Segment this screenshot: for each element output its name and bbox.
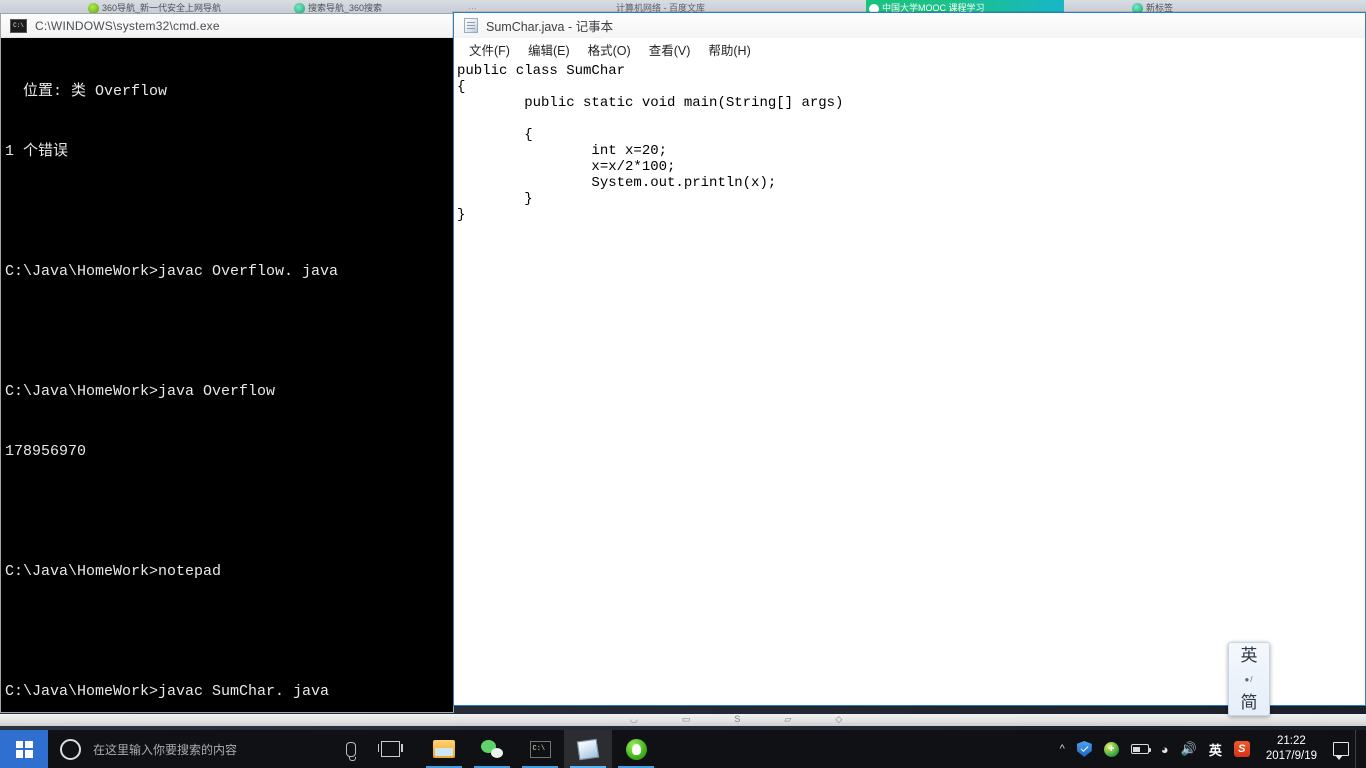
task-view-button[interactable] <box>368 730 412 768</box>
wifi-icon: ◕ <box>1160 741 1169 757</box>
start-button[interactable] <box>0 730 48 768</box>
microphone-icon[interactable] <box>346 741 356 761</box>
console-output[interactable]: 位置: 类 Overflow 1 个错误 C:\Java\HomeWork>ja… <box>1 38 453 712</box>
wechat-icon <box>481 740 503 758</box>
browser-tab-1[interactable]: 360导航_新一代安全上网导航 <box>86 0 256 14</box>
show-desktop-button[interactable] <box>1355 730 1362 768</box>
console-line: C:\Java\HomeWork>javac SumChar. java <box>5 683 330 700</box>
taskbar-app-command-prompt[interactable]: C:\ <box>516 730 564 768</box>
notification-icon <box>1333 742 1349 760</box>
menu-edit[interactable]: 编辑(E) <box>519 38 579 61</box>
cmd-window-title: C:\WINDOWS\system32\cmd.exe <box>35 18 220 33</box>
taskbar-app-wechat[interactable] <box>468 730 516 768</box>
plus-circle-icon: + <box>1103 741 1119 757</box>
task-view-icon <box>377 741 403 757</box>
shield-icon <box>1076 741 1092 757</box>
sogou-icon: S <box>1233 741 1250 757</box>
tray-expand-button[interactable]: ^ <box>1054 730 1071 768</box>
command-prompt-window[interactable]: C:\ C:\WINDOWS\system32\cmd.exe 位置: 类 Ov… <box>0 13 454 713</box>
action-center-button[interactable] <box>1327 730 1355 768</box>
clock-time: 21:22 <box>1277 735 1306 747</box>
menu-file[interactable]: 文件(F) <box>460 38 519 61</box>
sliver-icon-3-icon: S <box>734 714 741 724</box>
sliver-icon-1-icon: ◡ <box>630 714 638 724</box>
console-line: 178956970 <box>5 443 87 460</box>
cmd-window-icon: C:\ <box>10 18 27 33</box>
tray-sogou-ime[interactable]: S <box>1228 730 1256 768</box>
cortana-icon <box>60 738 81 760</box>
menu-view[interactable]: 查看(V) <box>640 38 700 61</box>
ime-separator-icon: ●/ <box>1244 674 1254 684</box>
ime-status-panel[interactable]: 英 ●/ 简 <box>1228 642 1270 716</box>
notepad-icon <box>576 738 600 760</box>
taskbar-app-file-explorer[interactable] <box>420 730 468 768</box>
taskbar-app-notepad[interactable] <box>564 730 612 768</box>
command-prompt-icon: C:\ <box>529 740 551 758</box>
clock-date: 2017/9/19 <box>1265 750 1317 762</box>
desktop-screen: E X T U R E 44 360导航_新一代安全上网导航 搜索导航_360搜… <box>0 0 1366 768</box>
ime-shape-mode[interactable]: 简 <box>1241 694 1258 711</box>
sliver-icon-4-icon: ▱ <box>784 714 792 724</box>
battery-icon <box>1130 744 1152 754</box>
console-line: C:\Java\HomeWork>javac Overflow. java <box>5 263 339 280</box>
tray-360-safeguard[interactable]: + <box>1098 730 1125 768</box>
tray-volume[interactable]: 🔊 <box>1175 730 1203 768</box>
console-line: C:\Java\HomeWork>java Overflow <box>5 383 276 400</box>
search-input[interactable]: 在这里输入你要搜索的内容 <box>93 741 237 758</box>
browser-tab-2[interactable]: 搜索导航_360搜索 <box>292 0 452 14</box>
taskbar-clock[interactable]: 21:22 2017/9/19 <box>1256 730 1327 768</box>
background-window-icons: ◡ ▭ S ▱ ◇ <box>630 714 842 725</box>
system-tray: ^ + ◕ 🔊 英 S 21:22 2017/9/19 <box>1054 730 1366 768</box>
notepad-titlebar[interactable]: SumChar.java - 记事本 <box>454 13 1365 38</box>
taskbar-app-list: C:\ <box>420 730 660 768</box>
taskbar-app-360-browser[interactable] <box>612 730 660 768</box>
console-line: 位置: 类 Overflow <box>5 83 168 100</box>
tray-ime-indicator[interactable]: 英 <box>1203 730 1228 768</box>
search-box[interactable]: 在这里输入你要搜索的内容 <box>48 730 368 768</box>
taskbar: 在这里输入你要搜索的内容 C:\ ^ + ◕ 🔊 英 S 21:22 2017/… <box>0 730 1366 768</box>
menu-help[interactable]: 帮助(H) <box>699 38 759 61</box>
sliver-icon-2-icon: ▭ <box>681 714 691 724</box>
notepad-window[interactable]: SumChar.java - 记事本 文件(F) 编辑(E) 格式(O) 查看(… <box>453 12 1366 706</box>
tray-network[interactable]: ◕ <box>1155 730 1175 768</box>
browser-360-icon <box>625 738 647 760</box>
tray-security-shield[interactable] <box>1071 730 1098 768</box>
windows-logo-icon <box>15 740 33 758</box>
notepad-window-title: SumChar.java - 记事本 <box>486 20 614 34</box>
cmd-titlebar[interactable]: C:\ C:\WINDOWS\system32\cmd.exe <box>1 14 453 38</box>
ime-language-mode[interactable]: 英 <box>1241 647 1258 664</box>
background-window-sliver[interactable]: ◡ ▭ S ▱ ◇ <box>0 714 1366 726</box>
volume-icon: 🔊 <box>1180 741 1197 756</box>
tray-battery[interactable] <box>1125 730 1155 768</box>
notepad-window-icon <box>464 18 478 33</box>
sliver-icon-5-icon: ◇ <box>835 714 843 724</box>
notepad-text-area[interactable]: public class SumChar { public static voi… <box>455 61 1364 704</box>
file-explorer-icon <box>433 740 455 758</box>
console-line: C:\Java\HomeWork>notepad <box>5 563 222 580</box>
menu-format[interactable]: 格式(O) <box>579 38 640 61</box>
notepad-menubar[interactable]: 文件(F) 编辑(E) 格式(O) 查看(V) 帮助(H) <box>454 38 1365 60</box>
console-line: 1 个错误 <box>5 143 69 160</box>
